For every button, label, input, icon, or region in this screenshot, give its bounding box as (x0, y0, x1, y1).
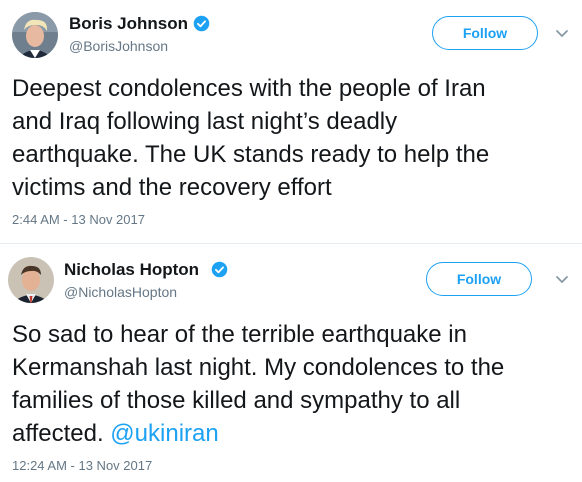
tweet-text-line: Kermanshah last night. My condolences to… (12, 354, 505, 381)
follow-button[interactable]: Follow (426, 262, 532, 296)
avatar[interactable] (12, 12, 58, 58)
tweet-text-line: and Iraq following last night’s deadly (12, 108, 398, 135)
tweet-text-line: earthquake. The UK stands ready to help … (12, 141, 490, 168)
display-name[interactable]: Boris Johnson (69, 14, 188, 34)
verified-badge-icon (193, 15, 210, 32)
tweet-text-line: affected. @ukiniran (12, 417, 577, 450)
tweet-text: So sad to hear of the terrible earthquak… (12, 318, 577, 450)
display-name[interactable]: Nicholas Hopton (64, 260, 199, 280)
tweet-text: Deepest condolences with the people of I… (12, 72, 577, 204)
mention-link[interactable]: @ukiniran (110, 420, 218, 447)
tweet-text-line: Deepest condolences with the people of I… (12, 75, 486, 102)
divider (0, 243, 582, 244)
tweet-text-line: So sad to hear of the terrible earthquak… (12, 321, 467, 348)
tweet-text-line: victims and the recovery effort (12, 174, 332, 201)
user-handle[interactable]: @BorisJohnson (69, 38, 168, 54)
verified-badge-icon (211, 261, 228, 278)
tweet-boris-johnson: Boris Johnson @BorisJohnson Follow Deepe… (0, 0, 582, 245)
user-handle[interactable]: @NicholasHopton (64, 284, 177, 300)
tweet-text-line-start: affected. (12, 420, 111, 447)
tweet-nicholas-hopton: Nicholas Hopton @NicholasHopton Follow S… (0, 245, 582, 482)
chevron-down-icon[interactable] (555, 275, 569, 285)
tweet-text-line: families of those killed and sympathy to… (12, 387, 461, 414)
follow-button[interactable]: Follow (432, 16, 538, 50)
chevron-down-icon[interactable] (555, 29, 569, 39)
tweet-timestamp[interactable]: 12:24 AM - 13 Nov 2017 (12, 458, 152, 473)
avatar[interactable] (8, 257, 54, 303)
tweet-timestamp[interactable]: 2:44 AM - 13 Nov 2017 (12, 212, 145, 227)
